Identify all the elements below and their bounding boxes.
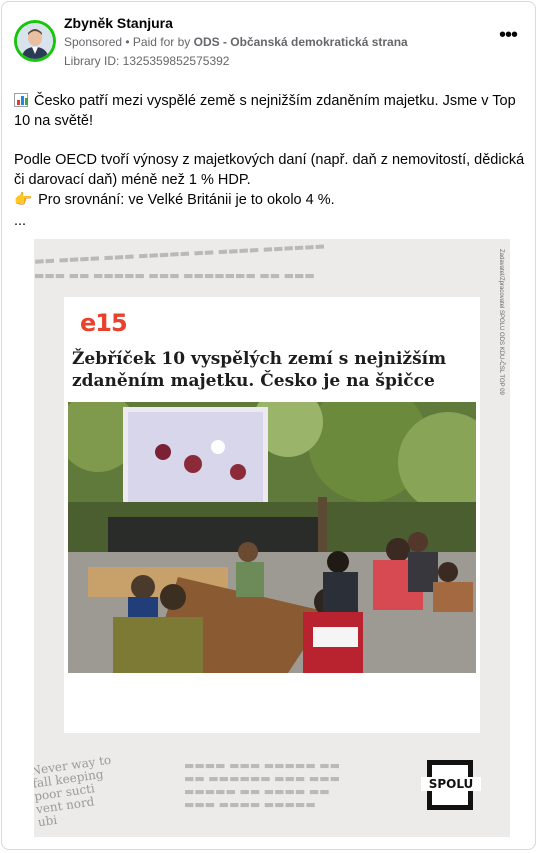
- bar-chart-icon: [14, 93, 28, 107]
- post-text-line2: Podle OECD tvoří výnosy z majetkových da…: [14, 152, 525, 188]
- article-headline: Žebříček 10 vyspělých zemí s nejnižším z…: [72, 349, 447, 391]
- pointing-hand-icon: 👉: [14, 192, 33, 208]
- author-avatar[interactable]: [14, 20, 56, 62]
- avatar-photo: [17, 23, 53, 59]
- library-id: Library ID: 1325359852575392: [64, 54, 230, 68]
- ad-creative-image[interactable]: ▬▬ ▬▬▬▬ ▬▬▬ ▬▬▬▬▬ ▬▬ ▬▬▬▬ ▬▬▬▬▬▬ ▬▬▬ ▬▬ …: [34, 239, 510, 837]
- more-options-icon[interactable]: •••: [496, 25, 520, 48]
- post-text-line1: Česko patří mezi vyspělé země s nejnižší…: [14, 93, 516, 129]
- author-name[interactable]: Zbyněk Stanjura: [64, 15, 173, 31]
- paid-prefix: • Paid for by: [122, 35, 194, 49]
- article-card: e15 Žebříček 10 vyspělých zemí s nejnižš…: [64, 297, 480, 733]
- spolu-logo: SPOLU: [421, 760, 481, 810]
- newspaper-texture: ▬▬▬ ▬▬ ▬▬▬▬▬ ▬▬▬ ▬▬▬▬▬▬▬ ▬▬ ▬▬▬: [34, 269, 315, 282]
- spolu-logo-text: SPOLU: [421, 777, 481, 791]
- newspaper-texture: ▬▬ ▬▬▬▬ ▬▬▬ ▬▬▬▬▬ ▬▬ ▬▬▬▬ ▬▬▬▬▬▬: [34, 239, 326, 268]
- beer-garden-photo: [68, 402, 476, 673]
- see-more-ellipsis[interactable]: ...: [14, 211, 529, 231]
- e15-logo: e15: [80, 309, 128, 337]
- post-text-line3: 👉 Pro srovnání: ve Velké Británii je to o…: [14, 192, 335, 208]
- sponsored-label: Sponsored: [64, 35, 123, 49]
- ad-post-card: Zbyněk Stanjura Sponsored • Paid for by …: [1, 1, 536, 850]
- newspaper-texture: ▬▬▬▬ ▬▬▬ ▬▬▬▬▬ ▬▬ ▬▬ ▬▬▬▬▬▬ ▬▬▬ ▬▬▬ ▬▬▬▬▬ …: [184, 759, 340, 811]
- paid-by-link[interactable]: ODS - Občanská demokratická strana: [194, 35, 408, 49]
- sponsored-line: Sponsored • Paid for by ODS - Občanská d…: [64, 35, 408, 49]
- newspaper-texture: Never way to fall keeping poor sucti vent n…: [34, 752, 113, 830]
- disclaimer-side-text: Zadavatel/Zpracovatel SPOLU ODS KDU-ČSL …: [498, 249, 504, 395]
